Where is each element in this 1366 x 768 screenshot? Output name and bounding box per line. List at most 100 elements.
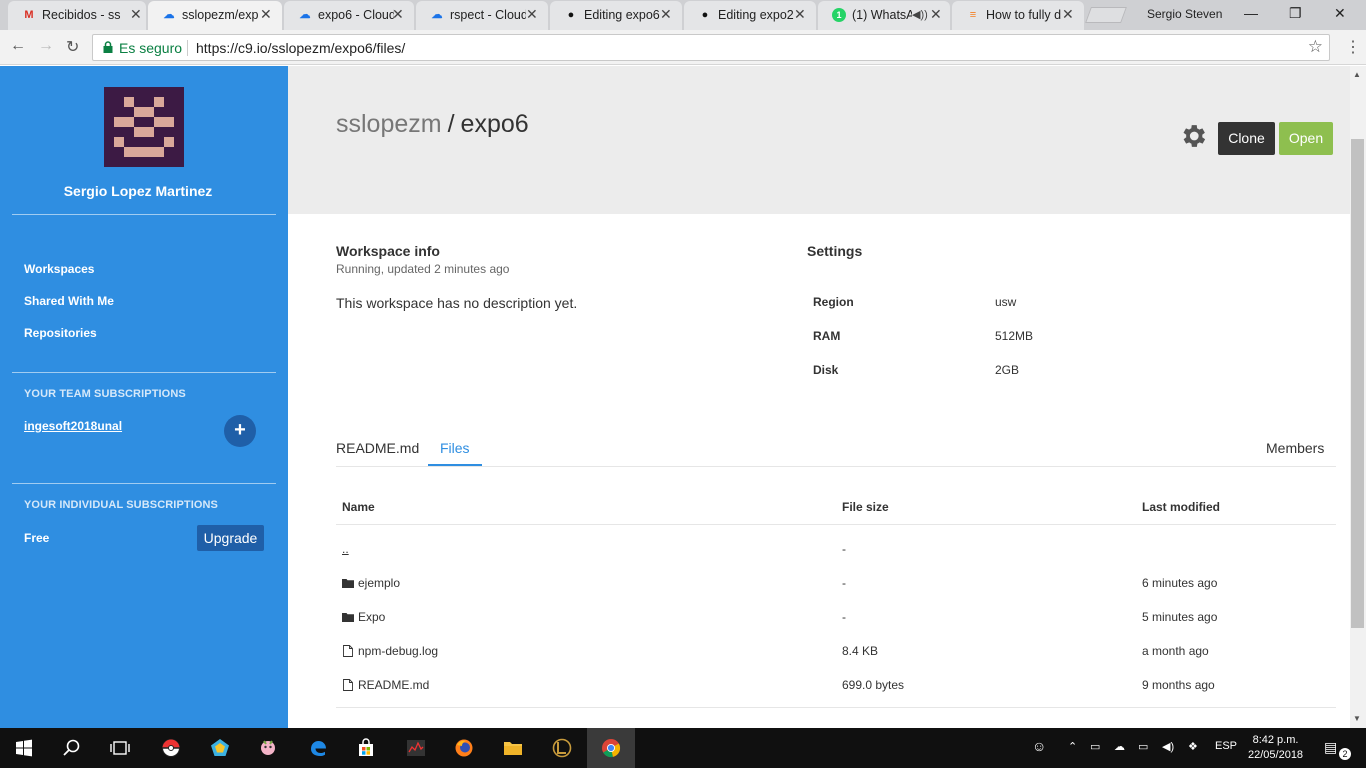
browser-menu-icon[interactable]: ⋮ xyxy=(1345,37,1361,57)
browser-tab-active[interactable]: ☁ sslopezm/exp ✕ xyxy=(148,1,282,30)
taskbar-app-firefox[interactable] xyxy=(440,728,488,768)
taskbar-app-chrome[interactable] xyxy=(587,728,635,768)
taskbar-search[interactable] xyxy=(48,728,96,768)
sidebar-divider xyxy=(12,214,276,215)
upgrade-button[interactable]: Upgrade xyxy=(197,525,264,551)
address-bar[interactable]: Es seguro https://c9.io/sslopezm/expo6/f… xyxy=(92,34,1330,61)
close-tab-icon[interactable]: ✕ xyxy=(392,6,404,23)
file-name[interactable]: ejemplo xyxy=(358,576,400,590)
url-text[interactable]: https://c9.io/sslopezm/expo6/files/ xyxy=(196,40,405,56)
column-header-file-size[interactable]: File size xyxy=(842,500,889,514)
bookmark-star-icon[interactable]: ☆ xyxy=(1308,37,1323,57)
browser-tab-editing-expo6[interactable]: ● Editing expo6 ✕ xyxy=(550,1,682,30)
column-header-last-modified[interactable]: Last modified xyxy=(1142,500,1220,514)
table-row[interactable]: README.md 699.0 bytes 9 months ago xyxy=(336,670,1336,704)
scrollbar-thumb[interactable] xyxy=(1351,139,1364,628)
browser-tab-whatsapp[interactable]: 1 (1) WhatsA ◀)) ✕ xyxy=(818,1,950,30)
file-name[interactable]: npm-debug.log xyxy=(358,644,438,658)
file-name[interactable]: Expo xyxy=(358,610,385,624)
browser-tab-stackoverflow[interactable]: ≡ How to fully d ✕ xyxy=(952,1,1084,30)
tab-files[interactable]: Files xyxy=(440,440,470,456)
forward-icon[interactable]: → xyxy=(38,37,54,55)
file-name[interactable]: README.md xyxy=(358,678,429,692)
file-size: - xyxy=(842,542,846,556)
clone-button[interactable]: Clone xyxy=(1218,122,1275,155)
column-header-name[interactable]: Name xyxy=(342,500,375,514)
taskbar-app-character[interactable] xyxy=(244,728,292,768)
breadcrumb-owner[interactable]: sslopezm xyxy=(336,110,442,138)
back-icon[interactable]: ← xyxy=(10,37,26,55)
browser-tab-expo6[interactable]: ☁ expo6 - Cloud ✕ xyxy=(284,1,414,30)
task-view-icon xyxy=(110,741,130,755)
taskbar-app-store[interactable] xyxy=(342,728,390,768)
close-tab-icon[interactable]: ✕ xyxy=(130,6,142,23)
file-size: - xyxy=(842,576,846,590)
clock-time: 8:42 p.m. xyxy=(1252,734,1299,746)
taskbar-app-edge[interactable] xyxy=(294,728,342,768)
taskbar-clock[interactable]: 8:42 p.m. 22/05/2018 xyxy=(1248,733,1303,763)
notifications-icon[interactable]: ▤ xyxy=(1324,739,1337,756)
file-name[interactable]: .. xyxy=(342,542,349,556)
store-icon xyxy=(359,738,373,756)
browser-tab-gmail[interactable]: M Recibidos - ss ✕ xyxy=(8,1,146,30)
restore-icon[interactable]: ❐ xyxy=(1289,5,1302,22)
setting-label-disk: Disk xyxy=(813,363,839,377)
file-size: - xyxy=(842,610,846,624)
speaker-icon[interactable]: ◀)) xyxy=(912,8,928,21)
battery-icon[interactable]: ▭ xyxy=(1090,740,1100,753)
folder-icon xyxy=(504,742,522,755)
gmail-icon: M xyxy=(24,9,34,21)
setting-value-region: usw xyxy=(995,295,1017,309)
tab-readme[interactable]: README.md xyxy=(336,440,419,456)
stackoverflow-icon: ≡ xyxy=(969,9,977,21)
browser-tab-editing-expo2[interactable]: ● Editing expo2 ✕ xyxy=(684,1,816,30)
close-window-icon[interactable]: ✕ xyxy=(1334,5,1346,22)
browser-tab-rspect[interactable]: ☁ rspect - Cloud ✕ xyxy=(416,1,548,30)
table-row[interactable]: npm-debug.log 8.4 KB a month ago xyxy=(336,636,1336,670)
tab-members[interactable]: Members xyxy=(1266,440,1324,456)
secure-label: Es seguro xyxy=(119,40,183,56)
close-tab-icon[interactable]: ✕ xyxy=(1062,6,1074,23)
scroll-down-icon[interactable]: ▼ xyxy=(1353,714,1361,723)
table-row[interactable]: Expo - 5 minutes ago xyxy=(336,602,1336,636)
minimize-icon[interactable]: — xyxy=(1244,5,1258,21)
sidebar: Sergio Lopez Martinez Workspaces Shared … xyxy=(0,66,288,728)
close-tab-icon[interactable]: ✕ xyxy=(660,6,672,23)
taskbar-app-file-explorer[interactable] xyxy=(489,728,537,768)
new-tab-button[interactable] xyxy=(1085,7,1127,23)
sidebar-item-repositories[interactable]: Repositories xyxy=(24,326,97,340)
file-icon xyxy=(343,645,353,657)
omnibox-separator xyxy=(187,40,188,56)
windows-start-icon xyxy=(16,739,32,757)
people-icon[interactable]: ☺ xyxy=(1032,738,1046,754)
sidebar-item-workspaces[interactable]: Workspaces xyxy=(24,262,94,276)
scroll-up-icon[interactable]: ▲ xyxy=(1353,70,1361,79)
close-tab-icon[interactable]: ✕ xyxy=(260,6,272,23)
open-button[interactable]: Open xyxy=(1279,122,1333,155)
table-row[interactable]: ejemplo - 6 minutes ago xyxy=(336,568,1336,602)
team-link[interactable]: ingesoft2018unal xyxy=(24,419,122,433)
gear-icon[interactable] xyxy=(1178,121,1208,151)
volume-icon[interactable]: ◀) xyxy=(1162,740,1174,753)
show-hidden-icons[interactable]: ⌃ xyxy=(1068,740,1077,753)
add-team-button[interactable]: + xyxy=(224,415,256,447)
close-tab-icon[interactable]: ✕ xyxy=(526,6,538,23)
sidebar-item-shared-with-me[interactable]: Shared With Me xyxy=(24,294,114,308)
table-row[interactable]: .. - xyxy=(336,534,1336,568)
close-tab-icon[interactable]: ✕ xyxy=(794,6,806,23)
close-tab-icon[interactable]: ✕ xyxy=(930,6,942,23)
reload-icon[interactable]: ↻ xyxy=(66,37,79,57)
taskbar-app-league[interactable] xyxy=(538,728,586,768)
dropbox-icon[interactable]: ❖ xyxy=(1188,740,1198,753)
task-view-button[interactable] xyxy=(96,728,144,768)
language-indicator[interactable]: ESP xyxy=(1215,740,1237,752)
onedrive-icon[interactable]: ☁ xyxy=(1114,740,1125,753)
taskbar-app-colorful[interactable] xyxy=(196,728,244,768)
taskbar-app-pokeball[interactable] xyxy=(147,728,195,768)
browser-profile-name[interactable]: Sergio Steven xyxy=(1147,7,1222,21)
file-modified: a month ago xyxy=(1142,644,1209,658)
start-button[interactable] xyxy=(0,728,48,768)
taskbar-app-monitor[interactable] xyxy=(392,728,440,768)
network-icon[interactable]: ▭ xyxy=(1138,740,1148,753)
avatar[interactable] xyxy=(104,87,184,167)
